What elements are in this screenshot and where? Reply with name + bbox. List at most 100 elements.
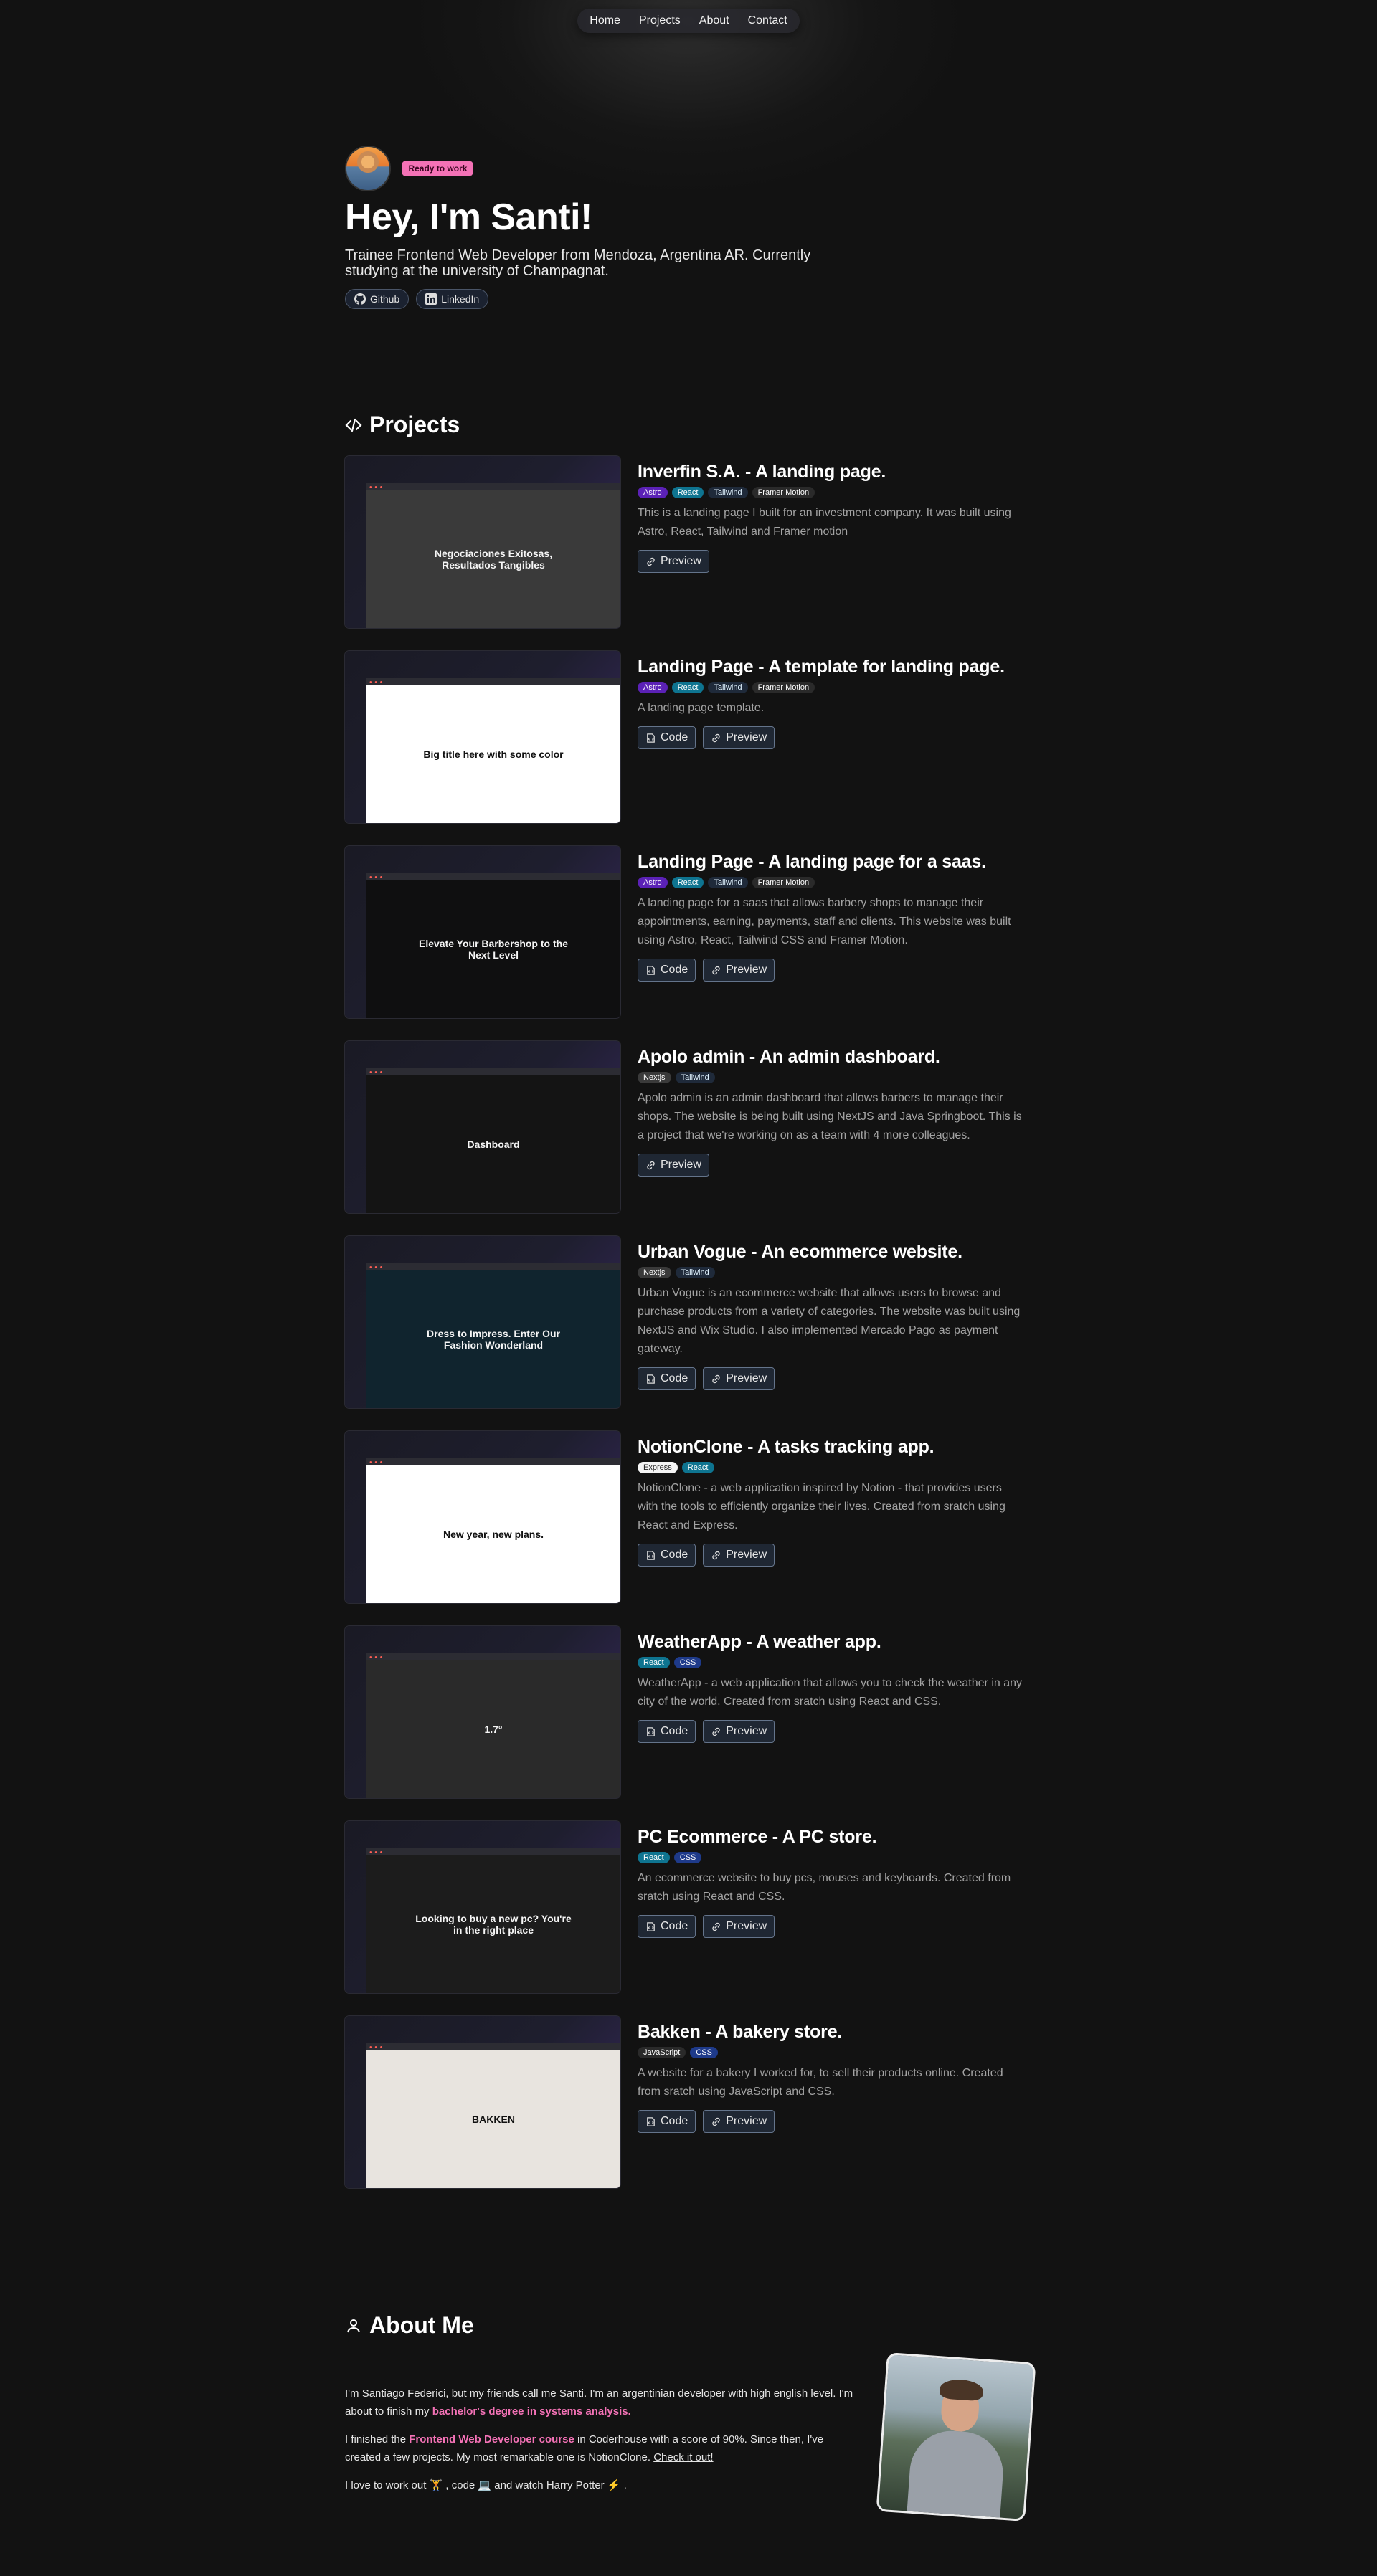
link-icon — [647, 1161, 655, 1169]
about-paragraph-1: I'm Santiago Federici, but my friends ca… — [345, 2387, 853, 2418]
tech-tag: Tailwind — [708, 877, 748, 888]
screenshot-caption: BAKKEN — [472, 2114, 515, 2125]
project-title: WeatherApp - A weather app. — [638, 1632, 881, 1652]
social-links: Github LinkedIn — [345, 289, 1033, 309]
user-icon — [347, 2319, 360, 2332]
project-description: NotionClone - a web application inspired… — [638, 1482, 1005, 1531]
nav-about[interactable]: About — [699, 14, 729, 27]
tech-tag: Tailwind — [675, 1072, 715, 1083]
project-actions: Code Preview — [638, 959, 1025, 982]
project-info: Bakken - A bakery store. JavaScript CSS A… — [638, 2022, 1025, 2133]
tech-tags: React CSS — [638, 1852, 1025, 1863]
tech-tag: Nextjs — [638, 1267, 671, 1278]
tech-tag: CSS — [673, 1657, 702, 1668]
project-description: Urban Vogue is an ecommerce website that… — [638, 1287, 1021, 1355]
project-screenshot[interactable]: ● ● ● 1.7° — [345, 1626, 620, 1798]
code-button[interactable]: Code — [638, 1544, 696, 1567]
preview-button[interactable]: Preview — [703, 726, 775, 749]
profile-photo — [876, 2352, 1036, 2522]
link-icon — [712, 1551, 720, 1559]
code-button[interactable]: Code — [638, 1720, 696, 1743]
code-file-icon — [647, 1550, 655, 1560]
hero: Ready to work Hey, I'm Santi! Trainee Fr… — [345, 146, 1033, 309]
link-icon — [712, 733, 720, 742]
project-actions: Code Preview — [638, 1544, 1025, 1567]
about-heading: About Me — [345, 2312, 1033, 2339]
project-actions: Code Preview — [638, 1367, 1025, 1390]
project-info: PC Ecommerce - A PC store. React CSS An e… — [638, 1827, 1025, 1938]
project-card: ● ● ● BAKKEN Bakken - A bakery store. Ja… — [345, 2016, 1033, 2192]
project-screenshot[interactable]: ● ● ● Dress to Impress. Enter Our Fashio… — [345, 1236, 620, 1408]
project-info: NotionClone - A tasks tracking app. Expr… — [638, 1437, 1025, 1567]
preview-button[interactable]: Preview — [703, 1367, 775, 1390]
project-screenshot[interactable]: ● ● ● Looking to buy a new pc? You're in… — [345, 1821, 620, 1993]
tech-tag: React — [638, 1657, 670, 1668]
code-file-icon — [647, 1921, 655, 1931]
tech-tags: Express React — [638, 1462, 1025, 1473]
tech-tags: Astro React Tailwind Framer Motion — [638, 877, 1025, 888]
github-link[interactable]: Github — [345, 289, 410, 309]
screenshot-caption: Dashboard — [467, 1139, 520, 1150]
project-screenshot[interactable]: ● ● ● Negociaciones Exitosas, Resultados… — [345, 456, 620, 628]
project-screenshot[interactable]: ● ● ● Big title here with some color — [345, 651, 620, 823]
code-file-icon — [647, 1374, 655, 1384]
nav-projects[interactable]: Projects — [639, 14, 681, 27]
tech-tag: Tailwind — [675, 1267, 715, 1278]
code-button[interactable]: Code — [638, 1367, 696, 1390]
code-button[interactable]: Code — [638, 726, 696, 749]
tech-tag: Tailwind — [708, 682, 748, 693]
project-description: An ecommerce website to buy pcs, mouses … — [638, 1872, 1011, 1903]
project-actions: Code Preview — [638, 1915, 1025, 1938]
screenshot-caption: New year, new plans. — [443, 1529, 544, 1540]
preview-button[interactable]: Preview — [703, 959, 775, 982]
project-title: NotionClone - A tasks tracking app. — [638, 1437, 934, 1457]
hero-subtitle: Trainee Frontend Web Developer from Mend… — [345, 247, 811, 279]
notionclone-link[interactable]: Check it out! — [653, 2451, 713, 2463]
link-icon — [712, 2117, 720, 2126]
preview-button[interactable]: Preview — [703, 1720, 775, 1743]
preview-button[interactable]: Preview — [703, 1544, 775, 1567]
tech-tag: Framer Motion — [752, 877, 815, 888]
tech-tags: Astro React Tailwind Framer Motion — [638, 682, 1025, 693]
tech-tags: Nextjs Tailwind — [638, 1072, 1025, 1083]
preview-button[interactable]: Preview — [638, 550, 709, 573]
project-title: Landing Page - A template for landing pa… — [638, 657, 1005, 677]
project-info: Landing Page - A landing page for a saas… — [638, 852, 1025, 982]
screenshot-caption: 1.7° — [484, 1724, 503, 1735]
project-title: Landing Page - A landing page for a saas… — [638, 852, 986, 872]
project-description: A landing page template. — [638, 702, 765, 714]
project-title: Bakken - A bakery store. — [638, 2022, 843, 2042]
tech-tag: React — [671, 682, 704, 693]
tech-tag: React — [671, 487, 704, 498]
tech-tags: React CSS — [638, 1657, 1025, 1668]
screenshot-caption: Looking to buy a new pc? You're in the r… — [415, 1913, 572, 1936]
project-screenshot[interactable]: ● ● ● Dashboard — [345, 1041, 620, 1213]
project-description: This is a landing page I built for an in… — [638, 507, 1011, 538]
screenshot-caption: Dress to Impress. Enter Our Fashion Wond… — [427, 1328, 560, 1351]
tech-tag: Tailwind — [708, 487, 748, 498]
tech-tags: JavaScript CSS — [638, 2047, 1025, 2058]
project-title: PC Ecommerce - A PC store. — [638, 1827, 877, 1847]
nav-contact[interactable]: Contact — [748, 14, 787, 27]
code-button[interactable]: Code — [638, 2110, 696, 2133]
link-icon — [712, 966, 720, 974]
top-nav: Home Projects About Contact — [577, 9, 800, 33]
project-actions: Code Preview — [638, 726, 1025, 749]
project-screenshot[interactable]: ● ● ● Elevate Your Barbershop to the Nex… — [345, 846, 620, 1018]
nav-home[interactable]: Home — [590, 14, 620, 27]
status-badge: Ready to work — [402, 161, 473, 176]
project-card: ● ● ● Dashboard Apolo admin - An admin d… — [345, 1041, 1033, 1217]
preview-button[interactable]: Preview — [638, 1154, 709, 1177]
project-title: Apolo admin - An admin dashboard. — [638, 1047, 940, 1067]
code-button[interactable]: Code — [638, 959, 696, 982]
project-card: ● ● ● Big title here with some color Lan… — [345, 651, 1033, 827]
preview-button[interactable]: Preview — [703, 2110, 775, 2133]
project-screenshot[interactable]: ● ● ● New year, new plans. — [345, 1431, 620, 1603]
code-button[interactable]: Code — [638, 1915, 696, 1938]
linkedin-link[interactable]: LinkedIn — [416, 289, 489, 309]
code-icon — [345, 418, 362, 432]
preview-button[interactable]: Preview — [703, 1915, 775, 1938]
project-screenshot[interactable]: ● ● ● BAKKEN — [345, 2016, 620, 2188]
project-card: ● ● ● Elevate Your Barbershop to the Nex… — [345, 846, 1033, 1022]
project-description: A landing page for a saas that allows ba… — [638, 897, 1011, 946]
